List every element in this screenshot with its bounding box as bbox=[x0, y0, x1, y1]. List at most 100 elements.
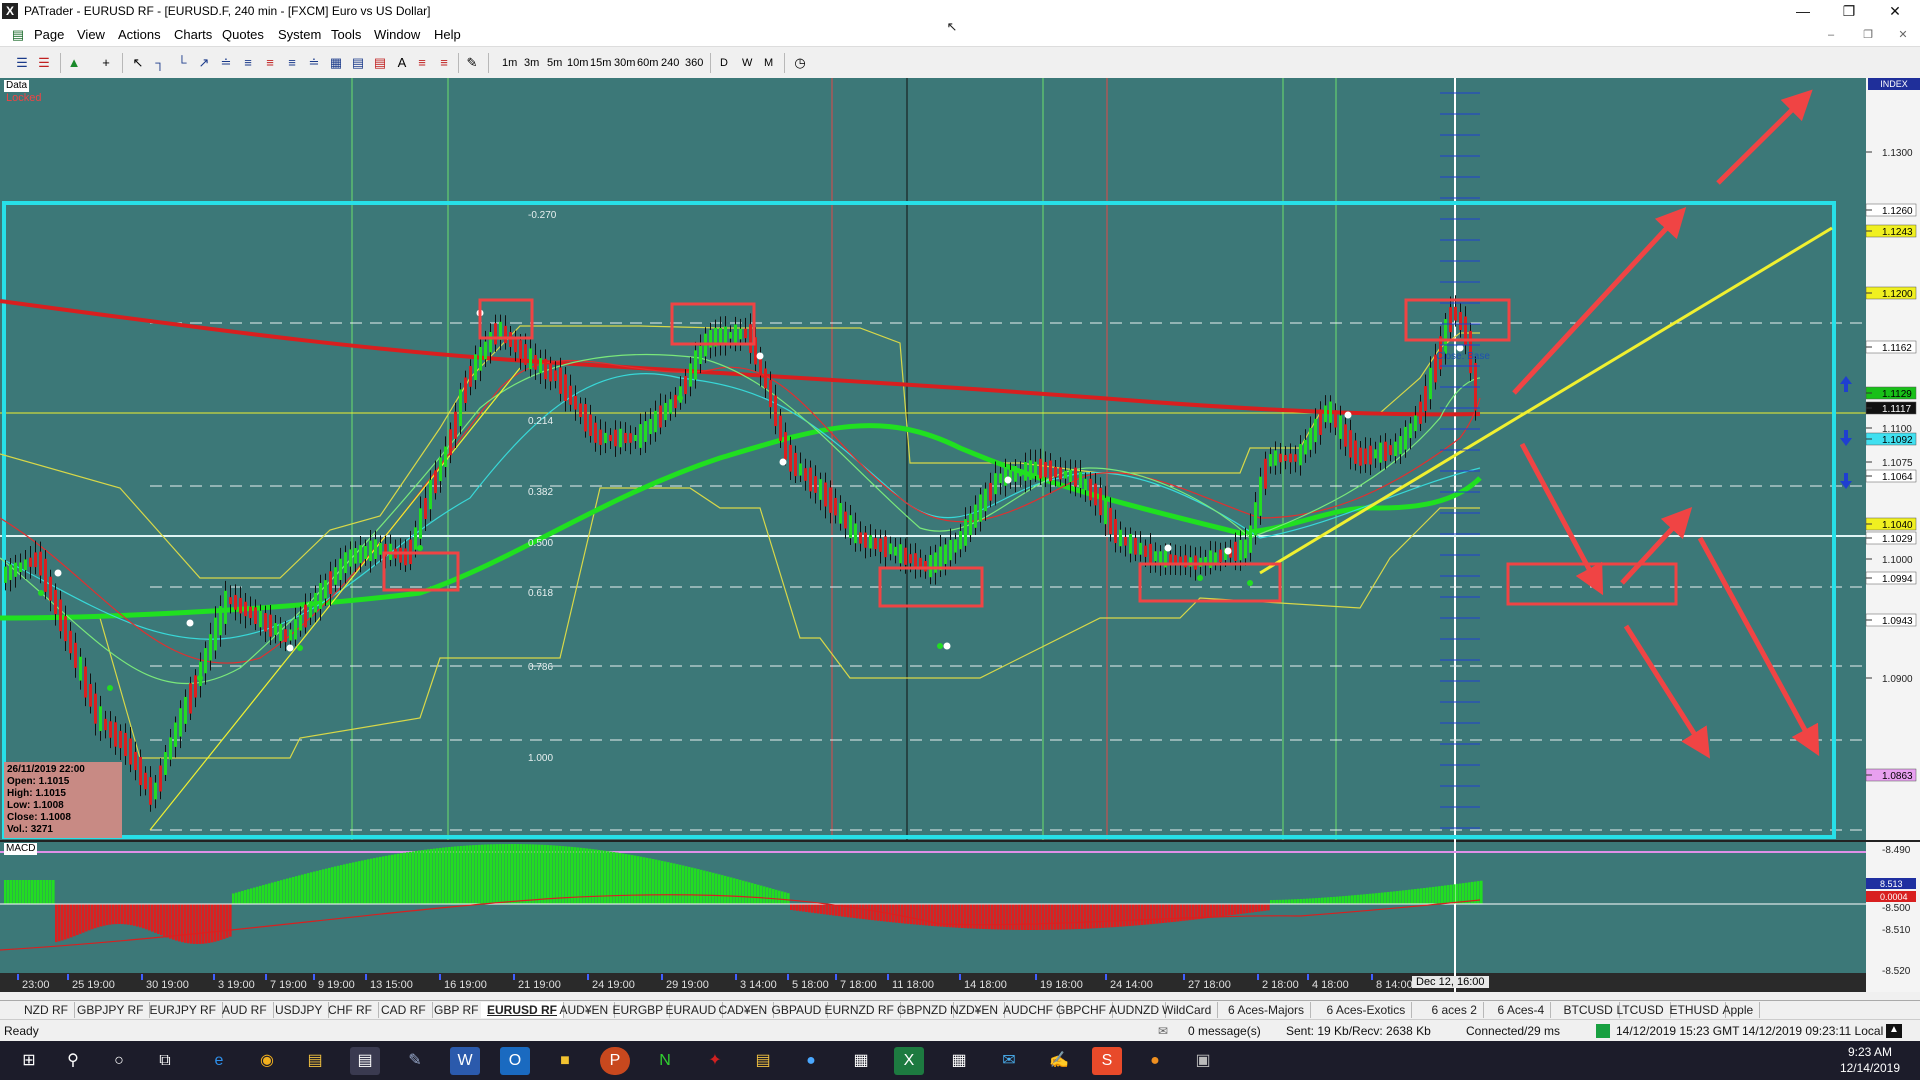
search-icon[interactable]: ⚲ bbox=[58, 1047, 88, 1075]
macd-bar bbox=[1234, 904, 1237, 915]
mdi-minimize-button[interactable]: – bbox=[1818, 26, 1844, 44]
symbol-tab[interactable]: EURUSD RF bbox=[481, 1002, 565, 1018]
app-window-icon[interactable]: ▣ bbox=[1188, 1047, 1218, 1075]
timeframe-m[interactable]: M bbox=[764, 57, 773, 69]
symbol-tab[interactable]: 6 Aces-Exotics bbox=[1321, 1002, 1413, 1018]
macd-bar bbox=[1411, 889, 1414, 904]
clock-icon[interactable]: ◷ bbox=[792, 55, 808, 71]
taskbar-clock[interactable]: 9:23 AM 12/14/2019 bbox=[1840, 1044, 1900, 1076]
symbol-tab[interactable]: EURJPY RF bbox=[144, 1002, 223, 1018]
timeframe-d[interactable]: D bbox=[720, 57, 728, 69]
zoom-icon[interactable]: ● bbox=[796, 1047, 826, 1075]
vline-icon[interactable]: └ bbox=[174, 55, 190, 71]
symbol-tab[interactable]: 6 Aces-4 bbox=[1492, 1002, 1552, 1018]
powerpoint-icon[interactable]: P bbox=[600, 1047, 630, 1075]
menu-actions[interactable]: Actions bbox=[118, 27, 161, 42]
menu-quotes[interactable]: Quotes bbox=[222, 27, 264, 42]
word-icon[interactable]: W bbox=[450, 1047, 480, 1075]
menu-help[interactable]: Help bbox=[434, 27, 461, 42]
calculator-icon[interactable]: ▦ bbox=[846, 1047, 876, 1075]
trendline-icon[interactable]: ↗ bbox=[196, 55, 212, 71]
menu-charts[interactable]: Charts bbox=[174, 27, 212, 42]
symbol-tab[interactable]: NZD RF bbox=[18, 1002, 75, 1018]
symbol-tab[interactable]: Apple bbox=[1717, 1002, 1761, 1018]
connect-icon[interactable]: ☰ bbox=[14, 55, 30, 71]
timeframe-w[interactable]: W bbox=[742, 57, 752, 69]
photos-icon[interactable]: ▦ bbox=[944, 1047, 974, 1075]
mail-icon[interactable]: ✉ bbox=[994, 1047, 1024, 1075]
close-button[interactable]: ✕ bbox=[1872, 0, 1918, 22]
fib-retracement-icon[interactable]: ≡ bbox=[262, 55, 278, 71]
notepad-icon[interactable]: ✎ bbox=[400, 1047, 430, 1075]
edge-icon[interactable]: e bbox=[204, 1047, 234, 1075]
timeframe-30m[interactable]: 30m bbox=[614, 57, 635, 69]
patrader-icon[interactable]: ▤ bbox=[350, 1047, 380, 1075]
symbol-tab[interactable]: LTCUSD bbox=[1611, 1002, 1671, 1018]
hline-icon[interactable]: ┐ bbox=[152, 55, 168, 71]
gann-icon[interactable]: ▤ bbox=[372, 55, 388, 71]
mdi-close-button[interactable]: ✕ bbox=[1890, 26, 1916, 44]
timeframe-10m[interactable]: 10m bbox=[567, 57, 588, 69]
menu-window[interactable]: Window bbox=[374, 27, 420, 42]
bars-icon[interactable]: ▤ bbox=[350, 55, 366, 71]
app-orange-icon[interactable]: ● bbox=[1140, 1047, 1170, 1075]
timeframe-3m[interactable]: 3m bbox=[524, 57, 539, 69]
chart-panel[interactable]: Close: Base -0.270 0.214 0.382 0.500 0.6… bbox=[0, 78, 1920, 992]
restore-button[interactable]: ❐ bbox=[1826, 0, 1872, 22]
menu-page[interactable]: Page bbox=[34, 27, 64, 42]
cycle-icon[interactable]: ≡ bbox=[436, 55, 452, 71]
outlook-icon[interactable]: O bbox=[500, 1047, 530, 1075]
symbol-tab[interactable]: GBP RF bbox=[428, 1002, 486, 1018]
candle bbox=[424, 497, 427, 520]
timeframe-15m[interactable]: 15m bbox=[590, 57, 611, 69]
price-chart[interactable]: Close: Base -0.270 0.214 0.382 0.500 0.6… bbox=[0, 78, 1920, 992]
symbol-tab[interactable]: 6 aces 2 bbox=[1426, 1002, 1484, 1018]
text-tool-icon[interactable]: A bbox=[394, 55, 410, 71]
chrome-icon[interactable]: ◉ bbox=[252, 1047, 282, 1075]
menu-tools[interactable]: Tools bbox=[331, 27, 361, 42]
symbol-tab[interactable]: USDJPY bbox=[269, 1002, 330, 1018]
menu-view[interactable]: View bbox=[77, 27, 105, 42]
candle bbox=[1339, 415, 1342, 439]
new-chart-icon[interactable]: ▲ bbox=[66, 55, 82, 71]
symbol-tab[interactable]: EURNZD RF bbox=[819, 1002, 901, 1018]
ninja-icon[interactable]: N bbox=[650, 1047, 680, 1075]
cortana-icon[interactable]: ○ bbox=[104, 1047, 134, 1075]
pattern-icon[interactable]: ≡ bbox=[414, 55, 430, 71]
fib-icon[interactable]: ≡ bbox=[240, 55, 256, 71]
symbol-tab[interactable]: CHF RF bbox=[322, 1002, 379, 1018]
app-s-icon[interactable]: S bbox=[1092, 1047, 1122, 1075]
sticky-notes-icon[interactable]: ■ bbox=[550, 1047, 580, 1075]
task-view-icon[interactable]: ⧉ bbox=[150, 1047, 180, 1075]
timeframe-360[interactable]: 360 bbox=[685, 57, 703, 69]
symbol-tab[interactable]: NZD¥EN bbox=[944, 1002, 1006, 1018]
minimize-button[interactable]: — bbox=[1780, 0, 1826, 22]
paint-icon[interactable]: ✍ bbox=[1044, 1047, 1074, 1075]
crosshair-icon[interactable]: + bbox=[98, 55, 114, 71]
fib-fan-icon[interactable]: ≐ bbox=[306, 55, 322, 71]
disconnect-icon[interactable]: ☰ bbox=[36, 55, 52, 71]
folder-icon[interactable]: ▤ bbox=[748, 1047, 778, 1075]
timeframe-5m[interactable]: 5m bbox=[547, 57, 562, 69]
symbol-tab[interactable]: WildCard bbox=[1156, 1002, 1219, 1018]
grid-icon[interactable]: ▦ bbox=[328, 55, 344, 71]
timeframe-1m[interactable]: 1m bbox=[502, 57, 517, 69]
fib-extension-icon[interactable]: ≡ bbox=[284, 55, 300, 71]
symbol-tab[interactable]: CAD RF bbox=[375, 1002, 433, 1018]
draw-pencil-icon[interactable]: ✎ bbox=[464, 55, 480, 71]
excel-icon[interactable]: X bbox=[894, 1047, 924, 1075]
pointer-icon[interactable]: ↖ bbox=[130, 55, 146, 71]
bird-app-icon[interactable]: ✦ bbox=[700, 1047, 730, 1075]
file-explorer-icon[interactable]: ▤ bbox=[300, 1047, 330, 1075]
timeframe-60m[interactable]: 60m bbox=[637, 57, 658, 69]
candle bbox=[749, 324, 752, 353]
menu-system[interactable]: System bbox=[278, 27, 321, 42]
channel-icon[interactable]: ≐ bbox=[218, 55, 234, 71]
mdi-restore-button[interactable]: ❐ bbox=[1855, 26, 1881, 44]
message-icon[interactable]: ✉ bbox=[1158, 1024, 1168, 1038]
start-icon[interactable]: ⊞ bbox=[14, 1047, 44, 1075]
symbol-tab[interactable]: 6 Aces-Majors bbox=[1222, 1002, 1312, 1018]
timeframe-240[interactable]: 240 bbox=[661, 57, 679, 69]
symbol-tab[interactable]: AUD RF bbox=[216, 1002, 274, 1018]
symbol-tab[interactable]: GBPJPY RF bbox=[71, 1002, 151, 1018]
